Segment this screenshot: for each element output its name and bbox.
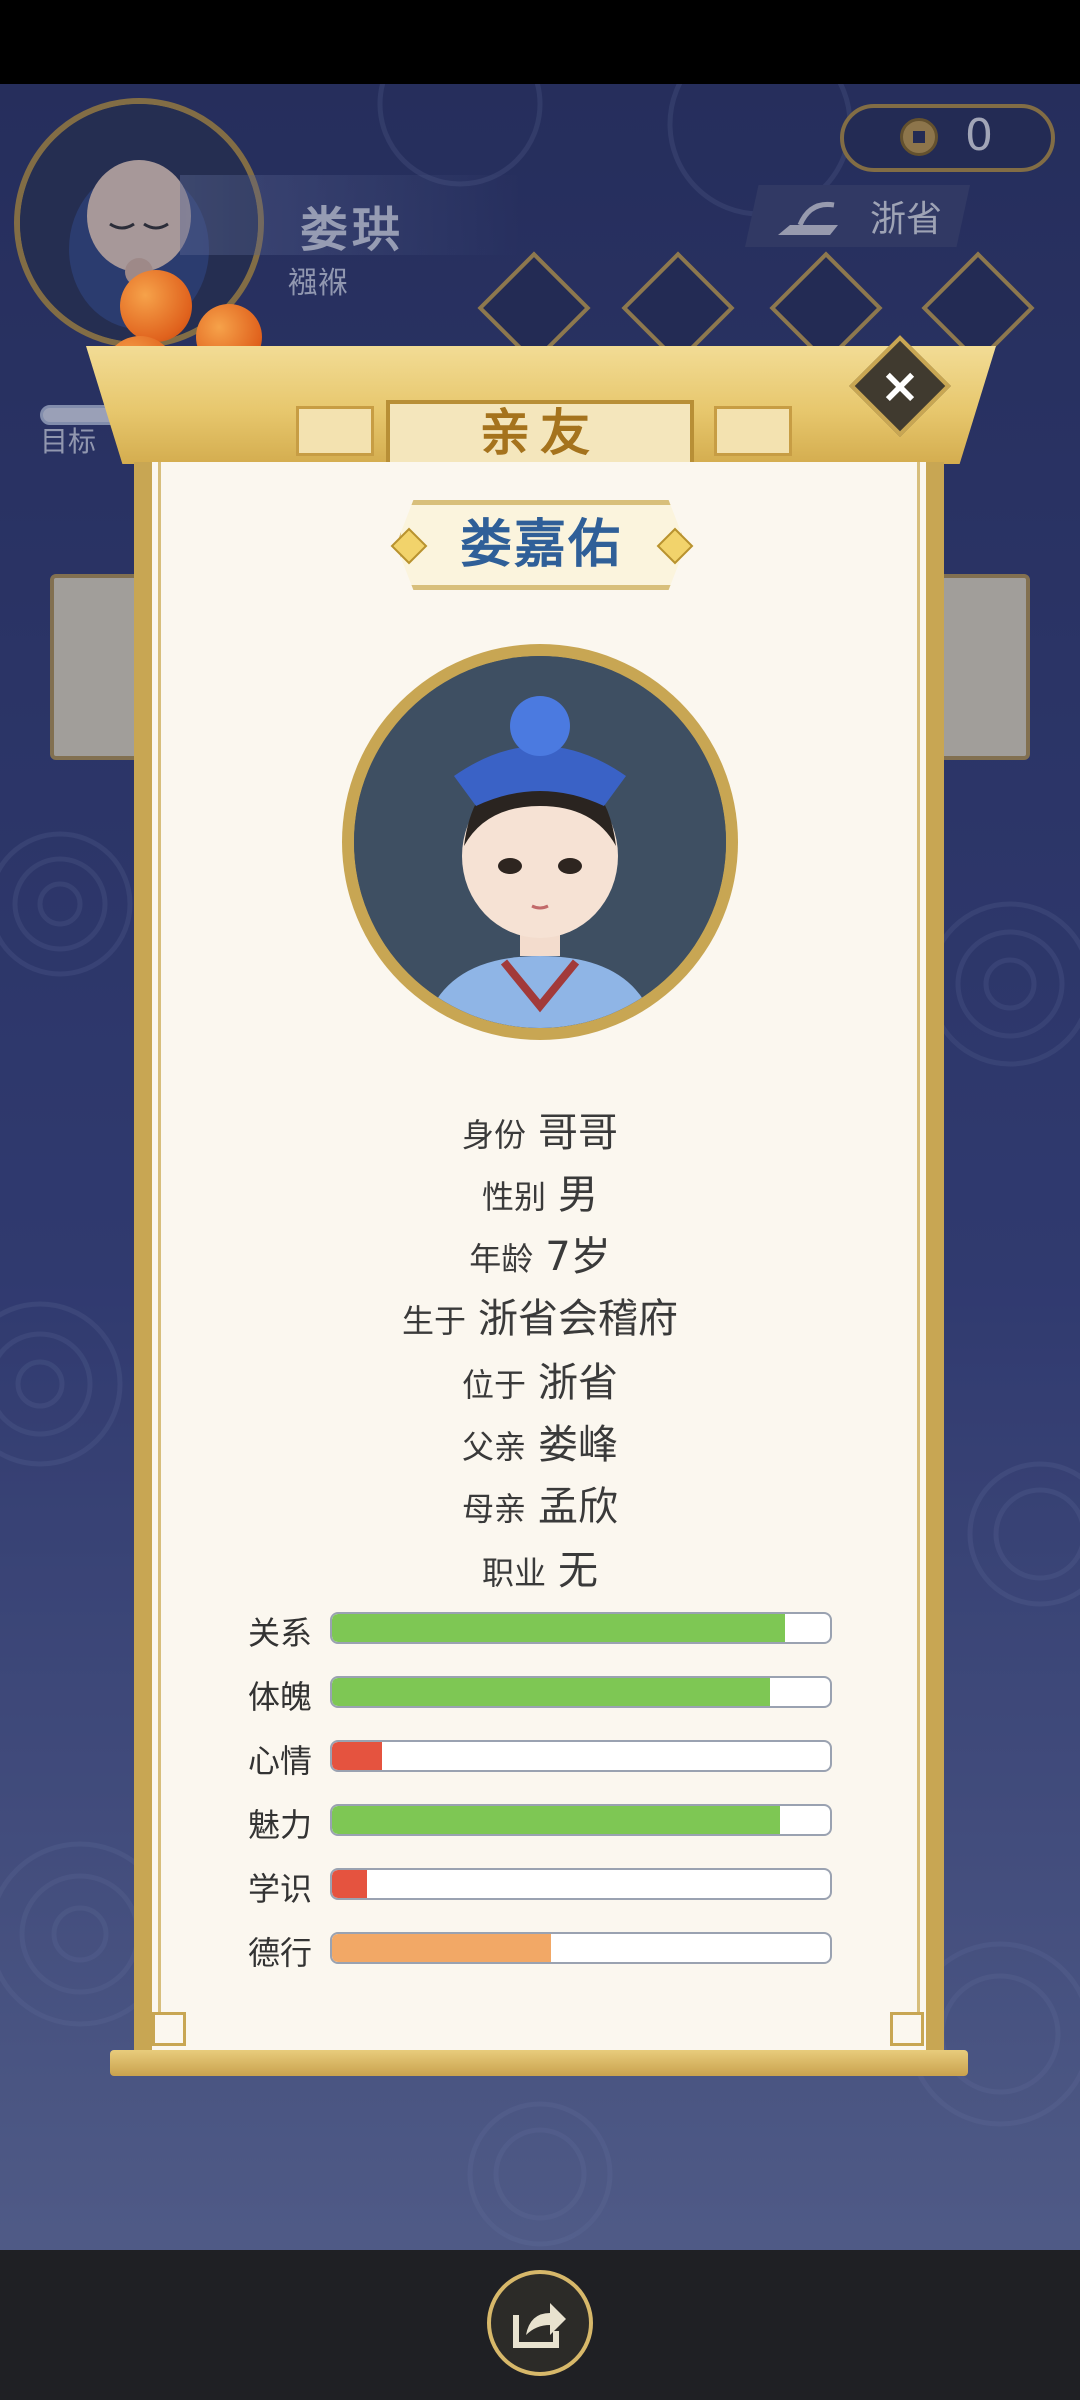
info-label: 母亲 (461, 1490, 526, 1528)
stat-bar-fill (332, 1870, 367, 1898)
info-label: 职业 (481, 1554, 546, 1592)
info-row: 母亲 孟欣 (0, 1474, 1080, 1532)
stat-bar (330, 1740, 832, 1772)
info-row: 职业无 (0, 1538, 1080, 1596)
info-label: 父亲 (461, 1428, 526, 1466)
info-value: 孟欣 (538, 1484, 618, 1530)
stat-label: 德行 (248, 1934, 313, 1972)
character-portrait (354, 656, 726, 1028)
dialog-scroll-bottom (110, 2050, 968, 2076)
header-ornament-left (296, 406, 374, 456)
stat-bar-fill (332, 1934, 552, 1962)
corner-ornament (890, 2012, 924, 2046)
info-row: 性别男 (0, 1162, 1080, 1220)
header-ornament-right (714, 406, 792, 456)
info-label: 性别 (481, 1178, 546, 1216)
share-icon (513, 2303, 566, 2348)
stat-label: 体魄 (248, 1678, 313, 1716)
info-value: 哥哥 (538, 1110, 618, 1156)
stat-label: 学识 (248, 1870, 313, 1908)
character-name: 娄嘉佑 (459, 515, 622, 575)
info-label: 位于 (461, 1366, 526, 1404)
stat-bar-fill (332, 1678, 771, 1706)
stat-bar (330, 1932, 832, 1964)
corner-ornament (152, 2012, 186, 2046)
stat-label: 心情 (248, 1742, 313, 1780)
info-value: 浙省会稽府 (478, 1296, 678, 1342)
info-label: 身份 (461, 1116, 526, 1154)
stat-bar-fill (332, 1806, 781, 1834)
character-image (354, 656, 726, 1028)
stat-label: 魅力 (248, 1806, 313, 1844)
info-value: 男 (558, 1172, 598, 1218)
stat-bar (330, 1612, 832, 1644)
close-icon: × (879, 358, 921, 414)
fruit-decoration (120, 270, 192, 342)
stat-bar (330, 1868, 832, 1900)
stat-bar (330, 1804, 832, 1836)
stat-bar-fill (332, 1614, 786, 1642)
stat-label: 关系 (248, 1614, 313, 1652)
info-value: 7岁 (545, 1234, 611, 1280)
stat-bar-fill (332, 1742, 382, 1770)
stat-bar (330, 1676, 832, 1708)
info-label: 年龄 (469, 1240, 534, 1278)
info-row: 位于 浙省 (0, 1350, 1080, 1408)
info-value: 无 (558, 1548, 598, 1594)
dialog-title: 亲友 (480, 404, 600, 462)
info-value: 浙省 (538, 1360, 618, 1406)
info-label: 生于 (401, 1302, 466, 1340)
info-value: 娄峰 (538, 1422, 618, 1468)
status-bar (0, 0, 1080, 84)
info-row: 年龄 7岁 (0, 1224, 1080, 1282)
info-row: 身份 哥哥 (0, 1100, 1080, 1158)
share-button[interactable] (487, 2270, 593, 2376)
info-row: 生于 浙省会稽府 (0, 1286, 1080, 1344)
info-row: 父亲 娄峰 (0, 1412, 1080, 1470)
